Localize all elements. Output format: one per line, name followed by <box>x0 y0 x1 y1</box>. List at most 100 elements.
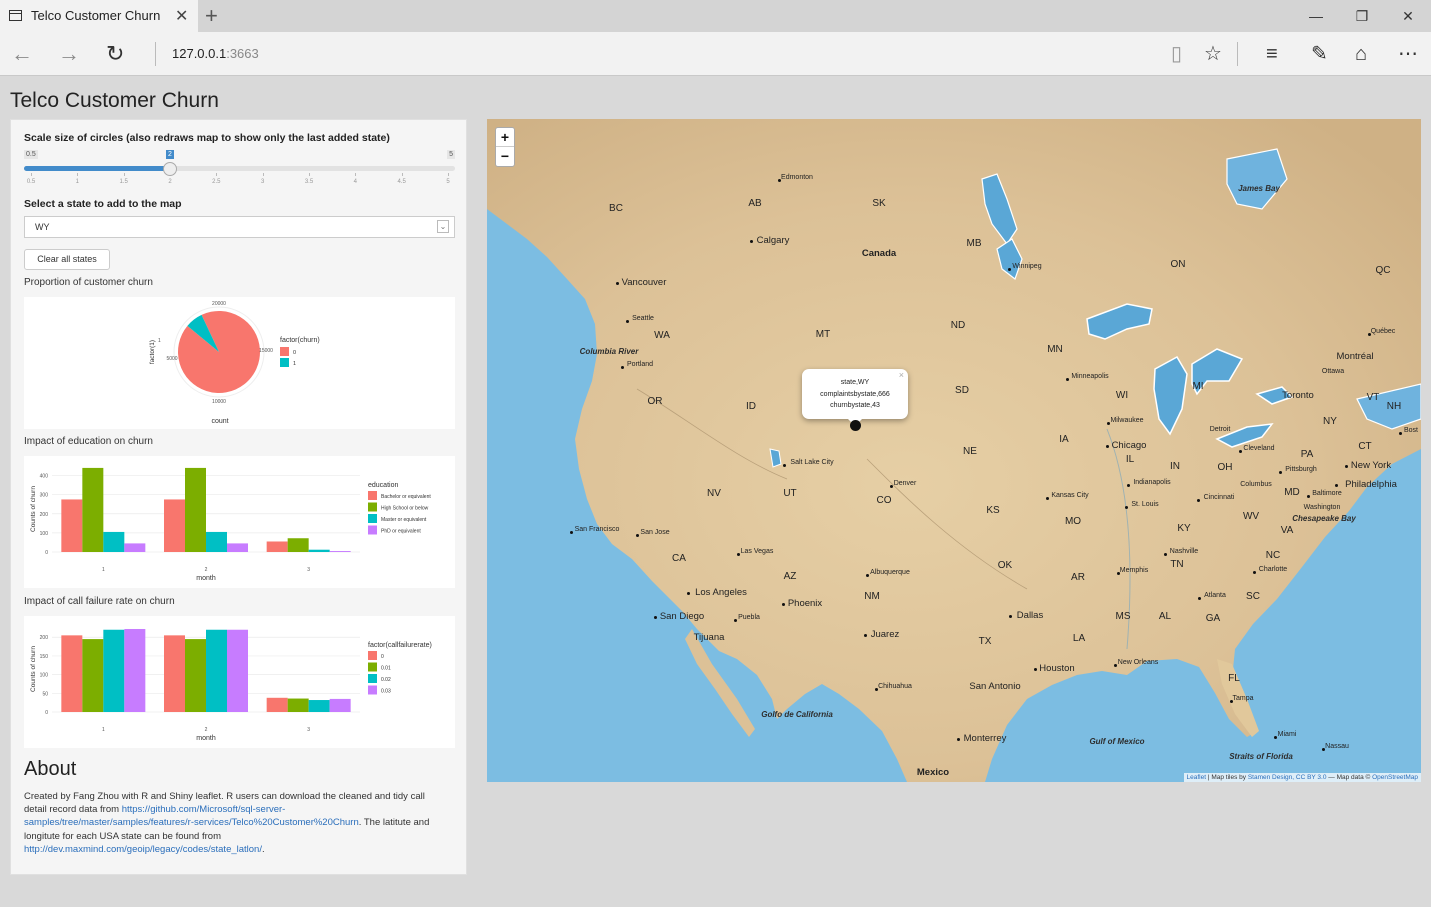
popup-close-icon[interactable]: × <box>899 370 904 382</box>
map-label: GA <box>1205 613 1221 624</box>
pie-x-axis-label: count <box>211 418 228 425</box>
map-label: Philadelphia <box>1345 479 1397 490</box>
edu-y-tick-label: 400 <box>40 474 49 480</box>
scale-slider[interactable]: 0.5 2 5 0.5 1 1.5 2 2.5 3 3.5 4 4.5 5 <box>24 150 455 190</box>
forward-icon[interactable]: → <box>58 40 80 68</box>
map-label: Tampa <box>1232 695 1254 702</box>
edu-x-tick-label: 1 <box>102 567 105 573</box>
back-icon[interactable]: ← <box>11 40 33 68</box>
city-dot <box>1033 668 1037 671</box>
slider-tick-label: 2 <box>168 179 172 185</box>
map-label: NV <box>707 488 721 499</box>
map-label: IA <box>1059 434 1069 445</box>
share-icon[interactable]: ⌂ <box>1355 41 1367 67</box>
close-window-icon[interactable]: ✕ <box>1385 0 1431 32</box>
pie-legend-title: factor(churn) <box>280 337 320 344</box>
hub-icon[interactable]: ≡ <box>1266 41 1278 67</box>
refresh-icon[interactable]: ↻ <box>106 40 124 68</box>
osm-link[interactable]: OpenStreetMap <box>1372 774 1418 781</box>
city-dot <box>1229 700 1233 703</box>
url-port: :3663 <box>226 46 259 61</box>
map-label: Miami <box>1277 731 1297 738</box>
map-label: NM <box>864 591 880 602</box>
map-label: VT <box>1366 392 1380 403</box>
pie-chart: 20000 5000 10000 15000 1 factor(1) count factor… <box>24 297 455 429</box>
map-label: FL <box>1228 673 1240 684</box>
map-label: Mexico <box>916 767 950 778</box>
cf-legend-label: 0.03 <box>381 689 391 695</box>
map-label: Milwaukee <box>1110 417 1144 424</box>
favorite-star-icon[interactable]: ☆ <box>1204 41 1222 67</box>
map-label: ND <box>950 320 966 331</box>
city-dot <box>1334 484 1338 487</box>
edu-y-tick-label: 200 <box>40 512 49 518</box>
cf-bar <box>103 629 125 712</box>
browser-tab[interactable]: Telco Customer Churn ✕ <box>0 0 198 32</box>
map-label: Denver <box>893 480 917 487</box>
edu-legend-label: Master or equivalent <box>381 517 427 523</box>
edu-legend-title: education <box>368 482 398 489</box>
map-label: Golfo de California <box>761 710 833 719</box>
cf-x-axis-label: month <box>196 735 216 742</box>
city-dot <box>736 553 740 556</box>
map-label: MO <box>1064 516 1082 527</box>
cf-x-tick-label: 1 <box>102 727 105 733</box>
city-dot <box>889 485 893 488</box>
map-label: Phoenix <box>787 598 823 609</box>
map-label: Los Angeles <box>695 587 747 598</box>
more-icon[interactable]: ⋯ <box>1398 41 1418 67</box>
restore-icon[interactable]: ❐ <box>1339 0 1385 32</box>
map-label: Detroit <box>1209 426 1231 433</box>
map-label: WV <box>1242 511 1260 522</box>
clear-all-states-button[interactable]: Clear all states <box>24 249 110 270</box>
education-chart: 0 100 200 300 400 1 2 3 month Counts of churn educ… <box>24 456 455 588</box>
map-label: AL <box>1158 611 1172 622</box>
city-dot <box>1306 495 1310 498</box>
leaflet-map[interactable]: + − Edmonton James Bay BC AB SK Calgary Canada… <box>487 119 1421 782</box>
cf-y-tick-label: 50 <box>42 691 48 697</box>
pie-tick-label: 15000 <box>259 348 273 354</box>
zoom-out-button[interactable]: − <box>496 147 514 166</box>
address-bar[interactable]: 127.0.0.1:3663 <box>155 42 259 66</box>
map-label: UT <box>783 488 797 499</box>
slider-min-badge: 0.5 <box>24 150 38 159</box>
map-label: Indianapolis <box>1133 479 1171 486</box>
attribution-text: | Map tiles by <box>1206 774 1248 781</box>
stamen-link[interactable]: Stamen Design, CC BY 3.0 <box>1248 774 1327 781</box>
new-tab-icon[interactable]: + <box>205 3 218 29</box>
cf-x-tick-label: 2 <box>205 727 208 733</box>
city-dot <box>733 619 737 622</box>
minimize-icon[interactable]: — <box>1293 0 1339 32</box>
pie-chart-title: Proportion of customer churn <box>24 277 153 288</box>
map-label: San Francisco <box>574 526 620 533</box>
cf-y-tick-label: 100 <box>40 673 49 679</box>
state-circle-marker[interactable] <box>850 420 861 431</box>
edu-y-tick-label: 0 <box>45 550 48 556</box>
map-label: Chihuahua <box>878 683 912 690</box>
map-label: Québec <box>1370 328 1396 335</box>
maxmind-link[interactable]: http://dev.maxmind.com/geoip/legacy/code… <box>24 844 262 855</box>
cf-y-tick-label: 0 <box>45 710 48 716</box>
reading-view-icon[interactable]: ▯ <box>1171 41 1182 67</box>
map-label: James Bay <box>1238 184 1280 193</box>
page-content: Telco Customer Churn Scale size of circl… <box>0 77 1431 907</box>
city-dot <box>1238 450 1242 453</box>
leaflet-link[interactable]: Leaflet <box>1187 774 1207 781</box>
edu-x-axis-label: month <box>196 575 216 582</box>
map-label: WA <box>654 330 670 341</box>
cf-y-axis-label: Counts of churn <box>30 646 37 692</box>
chevron-down-icon[interactable]: ⌄ <box>437 220 449 233</box>
education-chart-title: Impact of education on churn <box>24 436 153 447</box>
edu-y-axis-label: Counts of churn <box>30 486 37 532</box>
zoom-in-button[interactable]: + <box>496 128 514 147</box>
map-label: SD <box>955 385 969 396</box>
url-host: 127.0.0.1 <box>172 46 227 61</box>
map-label: Vancouver <box>621 277 667 288</box>
cf-legend-label: 0 <box>381 654 384 660</box>
close-tab-icon[interactable]: ✕ <box>175 6 188 26</box>
map-label: Cleveland <box>1243 445 1275 452</box>
slider-handle[interactable] <box>163 162 177 176</box>
web-note-icon[interactable]: ✎ <box>1311 41 1328 67</box>
state-select[interactable]: WY ⌄ <box>24 216 455 238</box>
city-dot <box>1321 748 1325 751</box>
